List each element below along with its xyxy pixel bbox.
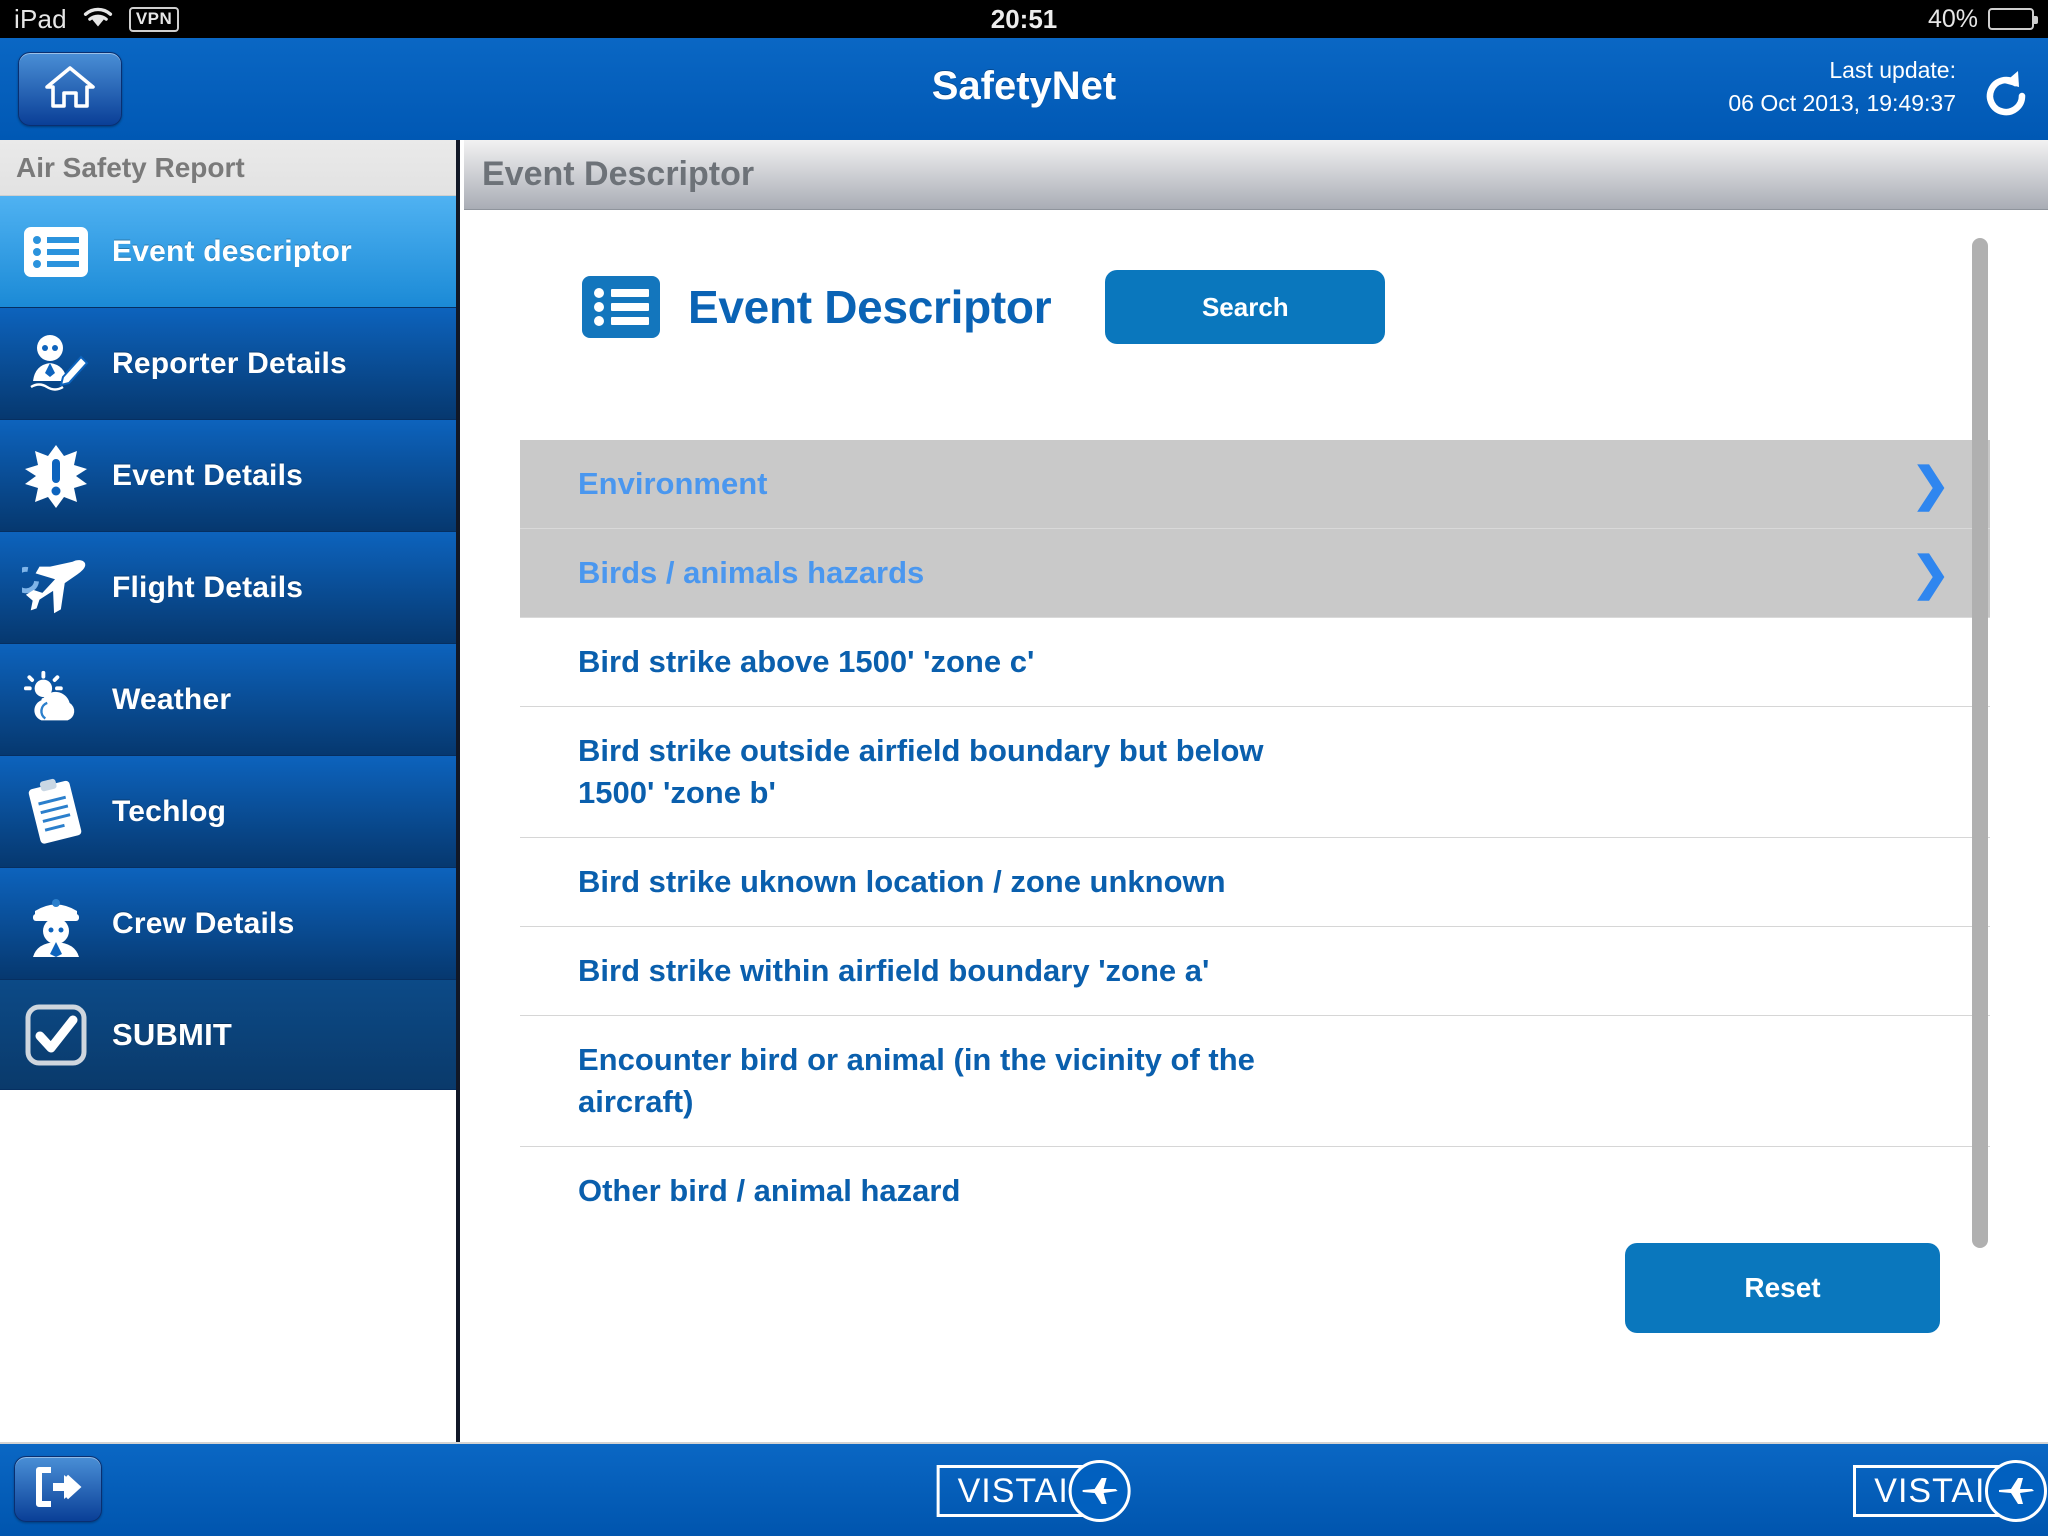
status-bar-clock: 20:51	[990, 3, 1058, 34]
reporter-icon	[22, 330, 90, 398]
breadcrumb-bar: Event Descriptor	[464, 140, 2048, 210]
last-update-block: Last update: 06 Oct 2013, 19:49:37	[1728, 54, 1956, 120]
event-descriptor-list: Environment ❯ Birds / animals hazards ❯ …	[520, 440, 1990, 1235]
ios-status-bar: iPad VPN 20:51 40%	[0, 0, 2048, 38]
list-item[interactable]: Other bird / animal hazard	[520, 1147, 1990, 1235]
app-footer: VISTAIR VISTAIR	[0, 1442, 2048, 1536]
list-item-label: Bird strike outside airfield boundary bu…	[578, 733, 1264, 810]
panel-header: Event Descriptor Search	[464, 210, 2048, 344]
sidebar-item-weather[interactable]: Weather	[0, 644, 456, 756]
sidebar-item-techlog[interactable]: Techlog	[0, 756, 456, 868]
list-item[interactable]: Bird strike above 1500' 'zone c'	[520, 618, 1990, 707]
vistair-logo-box: VISTAIR	[1853, 1460, 2047, 1522]
sidebar-item-flight-details[interactable]: Flight Details	[0, 532, 456, 644]
list-item-label: Encounter bird or animal (in the vicinit…	[578, 1042, 1255, 1119]
vistair-logo-box: VISTAIR	[936, 1460, 1131, 1522]
list-item[interactable]: Bird strike within airfield boundary 'zo…	[520, 927, 1990, 1016]
sidebar-item-label: Event descriptor	[112, 234, 352, 268]
list-item[interactable]: Bird strike outside airfield boundary bu…	[520, 707, 1990, 838]
content-area: Event Descriptor Event Descriptor Search…	[464, 140, 2048, 1442]
pilot-icon	[22, 890, 90, 958]
reset-button[interactable]: Reset	[1625, 1243, 1940, 1333]
checkbox-icon	[22, 1001, 90, 1069]
sidebar-item-label: SUBMIT	[112, 1016, 233, 1052]
app-screen: iPad VPN 20:51 40% SafetyNet Last update…	[0, 0, 2048, 1536]
sidebar-item-event-details[interactable]: Event Details	[0, 420, 456, 532]
airplane-icon	[22, 554, 90, 622]
chevron-right-icon: ❯	[1911, 458, 1950, 510]
sidebar-item-label: Techlog	[112, 794, 227, 828]
list-item[interactable]: Encounter bird or animal (in the vicinit…	[520, 1016, 1990, 1147]
sidebar-item-label: Reporter Details	[112, 346, 347, 380]
sidebar-item-event-descriptor[interactable]: Event descriptor	[0, 196, 456, 308]
last-update-label: Last update:	[1829, 57, 1956, 83]
list-icon	[22, 218, 90, 286]
sidebar-section-title: Air Safety Report	[0, 140, 456, 196]
breadcrumb-row-birds-animals-hazards[interactable]: Birds / animals hazards ❯	[520, 529, 1990, 618]
status-bar-right: 40%	[1927, 0, 2038, 38]
list-icon	[582, 276, 660, 338]
sidebar: Air Safety Report Event descriptor Repor…	[0, 140, 460, 1442]
sidebar-item-label: Crew Details	[112, 906, 295, 940]
burst-icon	[22, 442, 90, 510]
vertical-scrollbar[interactable]	[1972, 238, 1988, 1248]
sidebar-item-crew-details[interactable]: Crew Details	[0, 868, 456, 980]
breadcrumb-row-environment[interactable]: Environment ❯	[520, 440, 1990, 529]
sidebar-item-label: Weather	[112, 682, 232, 716]
chevron-right-icon: ❯	[1911, 547, 1950, 599]
airplane-icon	[1068, 1460, 1131, 1522]
search-button[interactable]: Search	[1105, 270, 1386, 344]
logout-button[interactable]	[14, 1456, 102, 1522]
refresh-icon	[1978, 71, 2034, 128]
reset-button-wrapper: Reset	[1625, 1243, 1940, 1333]
vistair-logo-right: VISTAIR	[1853, 1460, 2047, 1522]
list-item[interactable]: Bird strike uknown location / zone unkno…	[520, 838, 1990, 927]
battery-icon	[1988, 8, 2038, 30]
airplane-icon	[1985, 1460, 2047, 1522]
logout-icon	[33, 1466, 83, 1512]
sun-cloud-icon	[22, 666, 90, 734]
battery-percent-label: 40%	[1927, 4, 1978, 33]
clipboard-icon	[22, 778, 90, 846]
last-update-value: 06 Oct 2013, 19:49:37	[1728, 90, 1956, 116]
refresh-button[interactable]	[1978, 68, 2034, 124]
sidebar-item-label: Event Details	[112, 458, 304, 492]
list-item-label: Bird strike above 1500' 'zone c'	[578, 644, 1035, 679]
list-item-label: Bird strike within airfield boundary 'zo…	[578, 953, 1210, 988]
breadcrumb-row-label: Birds / animals hazards	[578, 555, 925, 590]
breadcrumb-title: Event Descriptor	[482, 155, 755, 193]
list-item-label: Bird strike uknown location / zone unkno…	[578, 864, 1226, 899]
sidebar-item-reporter-details[interactable]: Reporter Details	[0, 308, 456, 420]
app-header: SafetyNet Last update: 06 Oct 2013, 19:4…	[0, 38, 2048, 140]
event-descriptor-panel: Event Descriptor Search Environment ❯ Bi…	[464, 210, 2048, 1441]
breadcrumb-row-label: Environment	[578, 466, 768, 501]
vistair-logo-center: VISTAIR	[936, 1460, 1131, 1522]
sidebar-item-label: Flight Details	[112, 570, 304, 604]
sidebar-item-submit[interactable]: SUBMIT	[0, 980, 456, 1090]
list-item-label: Other bird / animal hazard	[578, 1173, 961, 1208]
panel-title: Event Descriptor	[688, 281, 1052, 333]
